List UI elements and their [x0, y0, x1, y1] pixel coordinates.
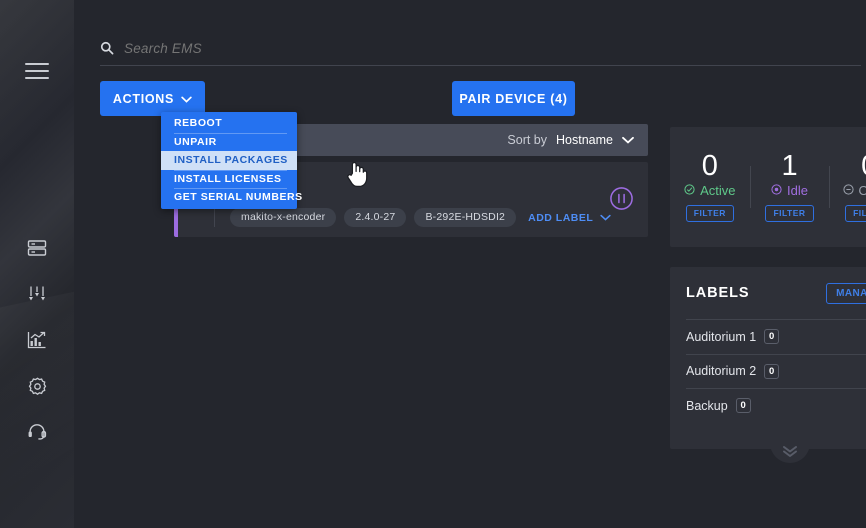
label-name: Auditorium 1 — [686, 330, 756, 344]
devices-icon — [26, 237, 48, 259]
sort-value-label: Hostname — [556, 133, 613, 147]
menu-item-unpair[interactable]: UNPAIR — [161, 133, 297, 152]
label-row[interactable]: Auditorium 1 0 — [686, 319, 866, 354]
search-icon — [100, 41, 114, 55]
actions-dropdown-menu[interactable]: REBOOT UNPAIR INSTALL PACKAGES INSTALL L… — [161, 112, 297, 209]
menu-item-install-licenses[interactable]: INSTALL LICENSES — [161, 170, 297, 189]
stat-offline: 0 Offline FILTER — [829, 152, 866, 222]
analytics-icon — [26, 329, 48, 351]
hamburger-bar — [25, 77, 49, 79]
device-pause-status-button[interactable] — [609, 186, 634, 216]
minus-circle-icon — [843, 184, 854, 197]
device-chip: B-292E-HDSDI2 — [414, 208, 516, 227]
menu-item-install-packages[interactable]: INSTALL PACKAGES — [161, 151, 297, 170]
sidebar-item-analytics[interactable] — [22, 325, 52, 355]
label-name: Auditorium 2 — [686, 364, 756, 378]
sort-by-label: Sort by — [507, 133, 547, 147]
check-circle-icon — [684, 184, 695, 197]
labels-panel-header: LABELS MANAGE — [686, 267, 866, 319]
sliders-icon — [26, 283, 48, 305]
stat-active: 0 Active FILTER — [670, 152, 750, 222]
hamburger-bar — [25, 63, 49, 65]
label-name: Backup — [686, 399, 728, 413]
device-chip-row: makito-x-encoder 2.4.0-27 B-292E-HDSDI2 … — [230, 208, 611, 227]
add-label-button[interactable]: ADD LABEL — [528, 212, 611, 224]
status-summary-panel: 0 Active FILTER 1 — [670, 127, 866, 247]
labels-panel: LABELS MANAGE Auditorium 1 0 Auditorium … — [670, 267, 866, 449]
stat-label: Active — [700, 184, 735, 197]
menu-item-reboot[interactable]: REBOOT — [161, 114, 297, 133]
search-input[interactable] — [124, 41, 624, 56]
sidebar-item-settings[interactable] — [22, 371, 52, 401]
add-label-text: ADD LABEL — [528, 212, 593, 224]
stat-label: Offline — [859, 184, 866, 197]
app-root: ACTIONS PAIR DEVICE (4) 1 D Sort by Host… — [0, 0, 866, 528]
actions-button[interactable]: ACTIONS — [100, 81, 205, 116]
label-count-badge: 0 — [736, 398, 751, 413]
sort-control[interactable]: Sort by Hostname — [507, 131, 634, 149]
stat-value: 0 — [702, 152, 718, 181]
pair-device-label: PAIR DEVICE (4) — [459, 92, 567, 106]
search-bar[interactable] — [100, 34, 861, 66]
filter-active-button[interactable]: FILTER — [686, 205, 734, 222]
filter-offline-button[interactable]: FILTER — [845, 205, 866, 222]
hamburger-icon[interactable] — [25, 63, 49, 81]
main-content: ACTIONS PAIR DEVICE (4) 1 D Sort by Host… — [74, 0, 866, 528]
chevron-down-icon — [181, 92, 192, 106]
expand-more-button[interactable] — [770, 443, 810, 463]
sidebar-item-filters[interactable] — [22, 279, 52, 309]
label-row[interactable]: Backup 0 — [686, 388, 866, 423]
dot-circle-icon — [771, 184, 782, 197]
gear-icon — [27, 376, 48, 397]
label-row[interactable]: Auditorium 2 0 — [686, 354, 866, 389]
device-chip: makito-x-encoder — [230, 208, 336, 227]
double-chevron-down-icon — [781, 444, 799, 463]
filter-idle-button[interactable]: FILTER — [765, 205, 813, 222]
manage-labels-button[interactable]: MANAGE — [826, 283, 866, 304]
headset-icon — [26, 421, 48, 443]
menu-item-get-serial-numbers[interactable]: GET SERIAL NUMBERS — [161, 188, 297, 207]
label-count-badge: 0 — [764, 364, 779, 379]
device-chip: 2.4.0-27 — [344, 208, 406, 227]
pause-circle-icon — [609, 198, 634, 215]
stat-value: 1 — [781, 152, 797, 181]
label-count-badge: 0 — [764, 329, 779, 344]
hamburger-bar — [25, 70, 49, 72]
pair-device-button[interactable]: PAIR DEVICE (4) — [452, 81, 575, 116]
sidebar-item-devices[interactable] — [22, 233, 52, 263]
labels-title: LABELS — [686, 285, 749, 301]
sidebar-item-support[interactable] — [22, 417, 52, 447]
stat-label: Idle — [787, 184, 808, 197]
stat-value: 0 — [861, 152, 866, 181]
actions-button-label: ACTIONS — [113, 92, 174, 106]
stat-idle: 1 Idle FILTER — [750, 152, 830, 222]
sidebar — [0, 0, 74, 528]
chevron-down-icon — [622, 131, 634, 149]
